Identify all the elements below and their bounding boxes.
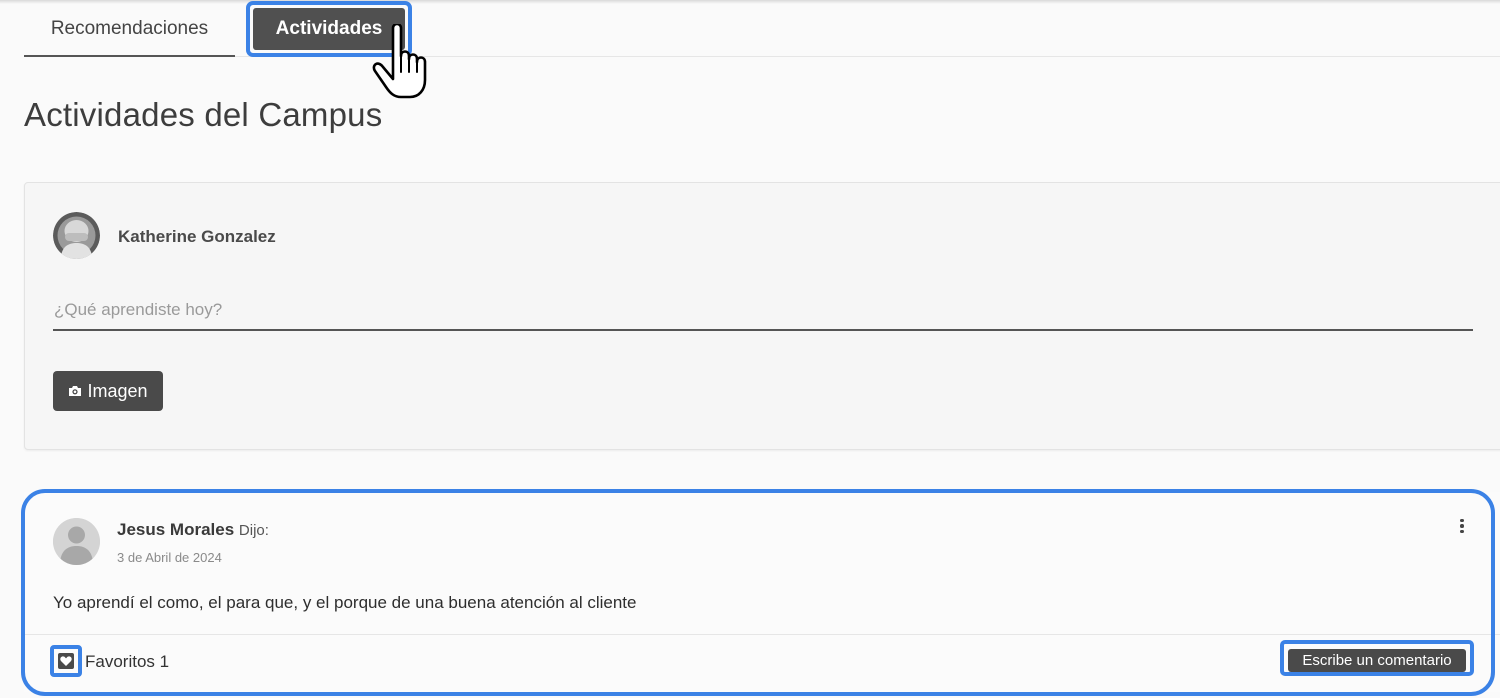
what-did-you-learn-input[interactable] bbox=[53, 295, 1473, 331]
heart-icon bbox=[58, 653, 74, 669]
page-title: Actividades del Campus bbox=[24, 96, 383, 133]
tab-bar: Recomendaciones Actividades bbox=[24, 1, 1500, 57]
image-upload-button[interactable]: Imagen bbox=[53, 371, 163, 411]
tab-recomendaciones-label: Recomendaciones bbox=[50, 17, 209, 39]
post-highlight bbox=[21, 489, 1495, 696]
post-composer: Katherine Gonzalez Imagen bbox=[24, 182, 1500, 450]
camera-icon bbox=[69, 386, 82, 396]
pointing-hand-cursor-icon bbox=[372, 24, 427, 99]
user-avatar bbox=[53, 212, 100, 259]
tab-actividades-label: Actividades bbox=[275, 18, 383, 39]
write-comment-button[interactable]: Escribe un comentario bbox=[1288, 649, 1466, 672]
favorites-count: Favoritos 1 bbox=[85, 652, 170, 671]
favorite-button[interactable] bbox=[50, 645, 82, 677]
comment-button-highlight: Escribe un comentario bbox=[1280, 640, 1474, 676]
user-avatar-icon bbox=[53, 212, 100, 259]
tab-recomendaciones[interactable]: Recomendaciones bbox=[24, 4, 235, 57]
composer-user-name: Katherine Gonzalez bbox=[118, 227, 276, 246]
image-upload-label: Imagen bbox=[87, 380, 148, 401]
